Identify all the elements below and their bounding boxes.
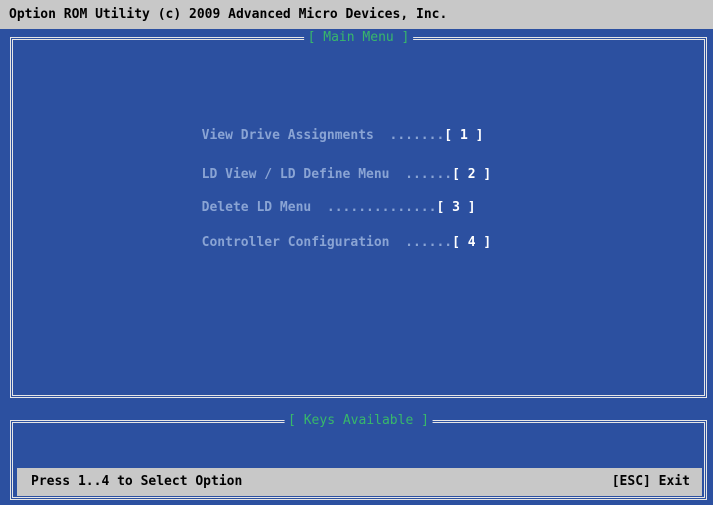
menu-item-key: [ 4 ] [452,235,492,250]
menu-item-label: Controller Configuration [201,235,390,250]
menu-item-delete-ld[interactable]: Delete LD Menu ..............[ 3 ] [186,181,476,217]
main-menu-title: [ Main Menu ] [303,29,414,47]
menu-item-key: [ 3 ] [436,200,476,215]
status-bar: Press 1..4 to Select Option [ESC] Exit [17,468,702,496]
esc-exit-key[interactable]: [ESC] Exit [612,468,690,496]
menu-item-ld-view-define[interactable]: LD View / LD Define Menu ......[ 2 ] [186,148,492,184]
menu-item-dots: ...... [389,167,453,182]
title-bar: Option ROM Utility (c) 2009 Advanced Mic… [0,0,713,29]
select-option-hint: Press 1..4 to Select Option [31,474,243,489]
menu-item-label: Delete LD Menu [201,200,312,215]
menu-item-key: [ 2 ] [452,167,492,182]
menu-item-dots: ...... [389,235,453,250]
menu-item-label: LD View / LD Define Menu [201,167,390,182]
menu-item-label: View Drive Assignments [201,128,374,143]
menu-item-dots: ....... [373,128,445,143]
menu-item-key: [ 1 ] [444,128,484,143]
keys-available-title: [ Keys Available ] [284,412,433,430]
menu-item-dots: .............. [311,200,437,215]
menu-item-controller-configuration[interactable]: Controller Configuration ......[ 4 ] [186,216,492,252]
menu-item-view-drive-assignments[interactable]: View Drive Assignments .......[ 1 ] [186,109,484,145]
